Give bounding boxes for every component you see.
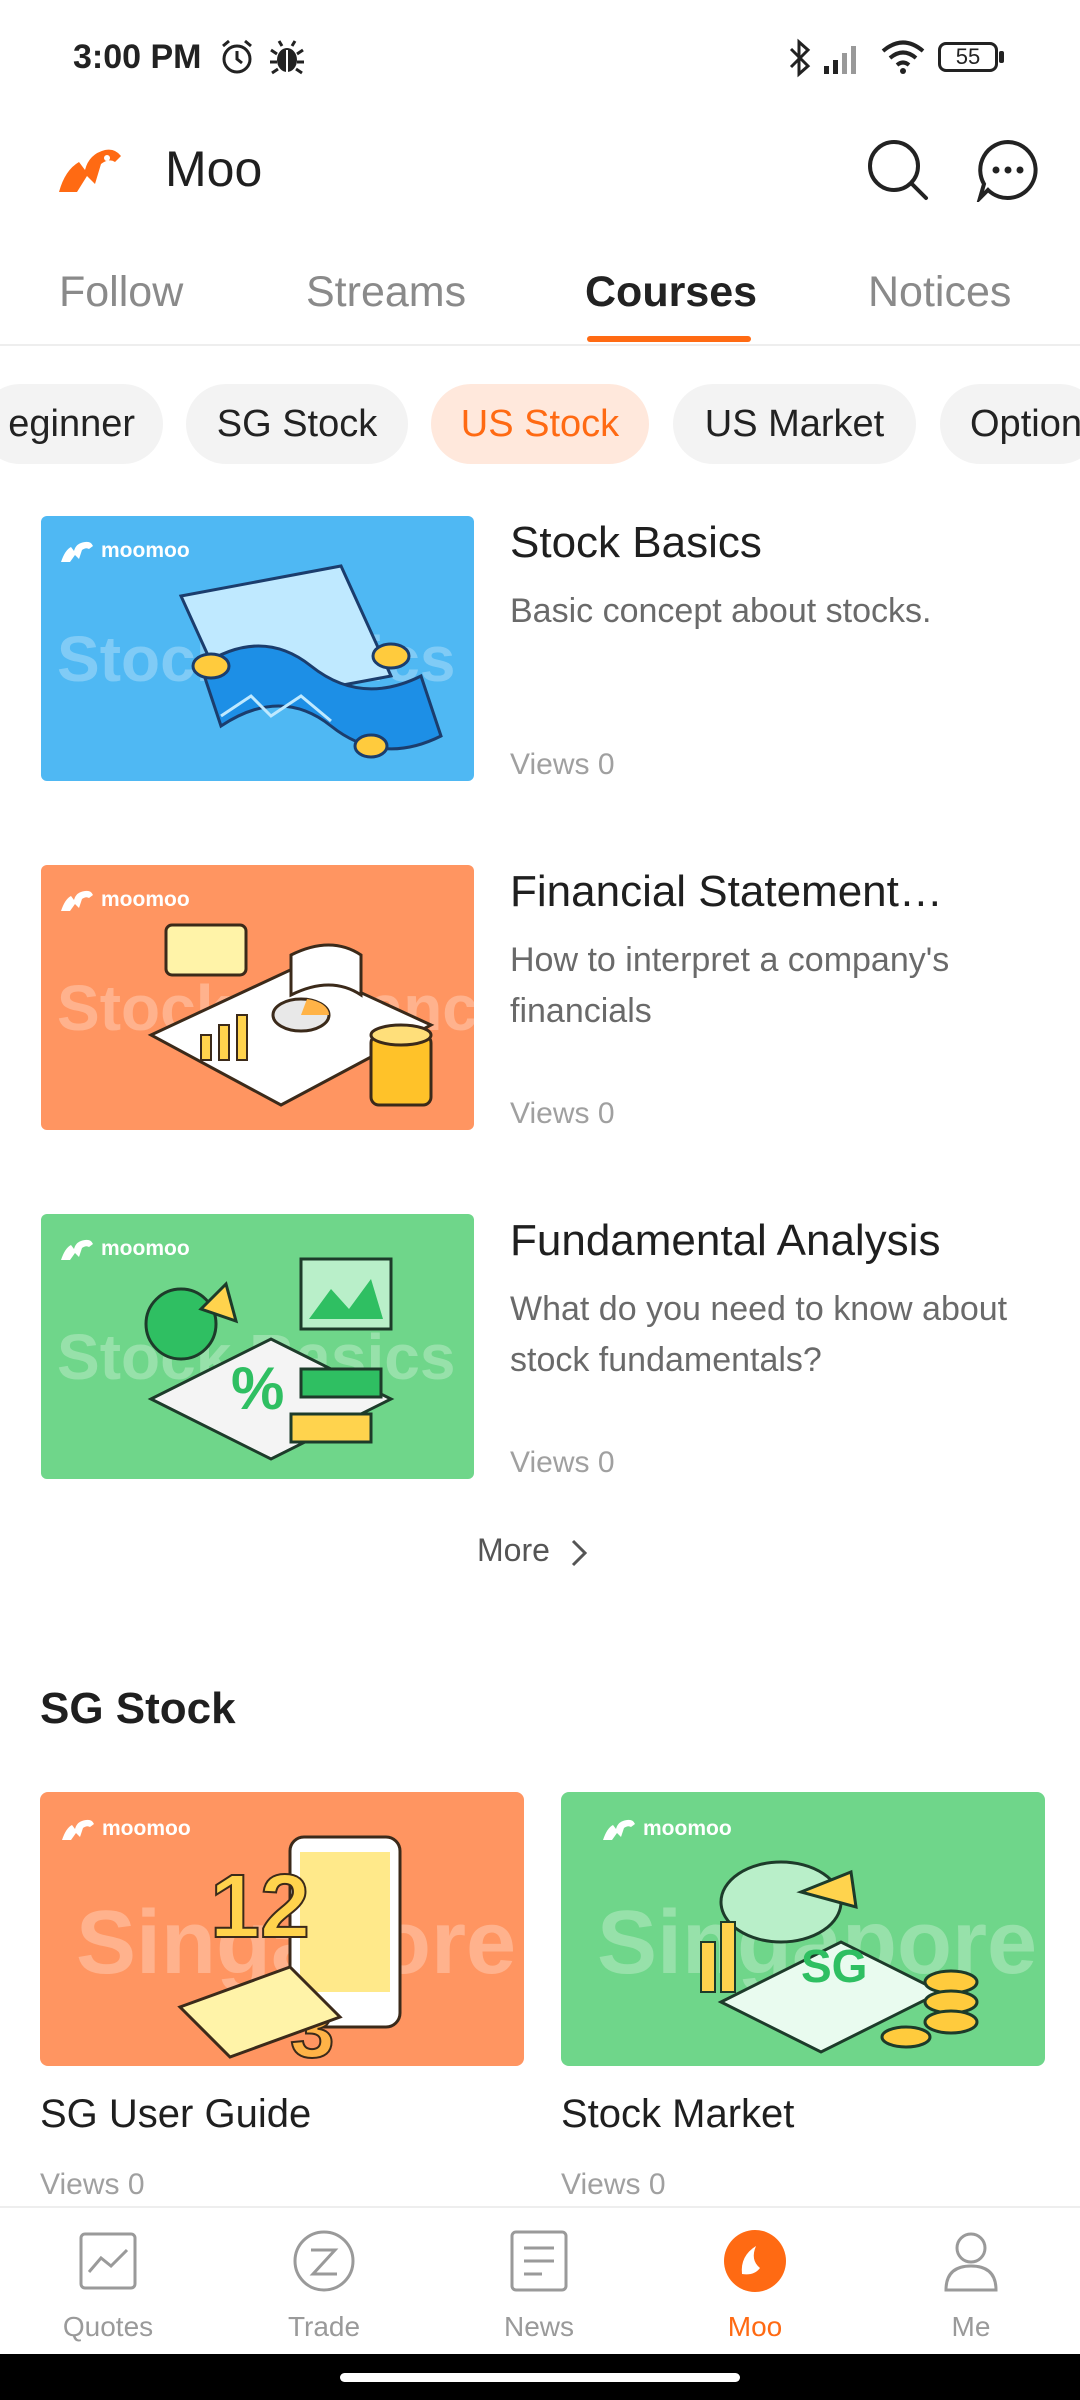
tabs-divider — [0, 344, 1080, 346]
active-tab-indicator — [587, 336, 751, 342]
money-illustration — [178, 564, 443, 759]
financial-report-illustration — [147, 923, 435, 1107]
moomoo-logo-icon — [59, 149, 121, 192]
bluetooth-icon — [789, 38, 811, 78]
nav-moo-label: Moo — [727, 2311, 783, 2342]
section-title: SG Stock — [40, 1684, 236, 1733]
status-bar: 3:00 PM 55 — [0, 0, 1080, 120]
wifi-icon — [881, 40, 925, 74]
tab-notices[interactable]: Notices — [868, 268, 1011, 317]
course-description: Basic concept about stocks. — [510, 592, 932, 630]
nav-quotes[interactable]: Quotes — [38, 2226, 178, 2343]
moomoo-logo-icon — [61, 890, 93, 911]
course-card-views: Views 0 — [40, 2168, 145, 2201]
course-card-thumbnail[interactable]: moomoo Singapore SG — [561, 1792, 1045, 2066]
chip-beginner[interactable]: eginner — [0, 384, 163, 464]
nav-trade-label: Trade — [287, 2311, 361, 2342]
course-thumbnail[interactable]: moomoo Stock Advanced — [41, 865, 474, 1130]
course-views: Views 0 — [510, 1097, 615, 1130]
course-title[interactable]: Financial Statement… — [510, 867, 943, 917]
svg-text:12: 12 — [210, 1857, 310, 1957]
moomoo-logo-icon — [62, 1819, 94, 1840]
course-description: What do you need to know about stock fun… — [510, 1290, 1008, 1379]
nav-trade[interactable]: Trade — [254, 2226, 394, 2343]
course-title[interactable]: Stock Basics — [510, 518, 762, 568]
user-guide-illustration: 12 3 — [177, 1835, 402, 2062]
home-indicator[interactable] — [340, 2373, 740, 2382]
svg-text:%: % — [231, 1355, 284, 1422]
course-card-title[interactable]: Stock Market — [561, 2092, 794, 2137]
course-card-thumbnail[interactable]: moomoo Singapore 12 3 — [40, 1792, 524, 2066]
trade-icon — [293, 2230, 355, 2292]
battery-tip — [999, 51, 1004, 63]
nav-moo[interactable]: Moo — [685, 2226, 825, 2343]
chip-us-market[interactable]: US Market — [673, 384, 916, 464]
moo-icon — [724, 2230, 786, 2292]
course-card-views: Views 0 — [561, 2168, 666, 2201]
chart-icon — [79, 2232, 137, 2290]
course-thumbnail[interactable]: moomoo Stock Basics % — [41, 1214, 474, 1479]
battery-level: 55 — [955, 44, 981, 69]
app-title: Moo — [165, 141, 263, 197]
person-icon — [944, 2232, 998, 2292]
moomoo-logo-icon — [61, 541, 93, 562]
alarm-icon — [222, 39, 252, 74]
status-time: 3:00 PM — [73, 38, 202, 76]
course-thumbnail[interactable]: moomoo Stock Basics — [41, 516, 474, 781]
chip-us-stock[interactable]: US Stock — [431, 384, 649, 464]
course-views: Views 0 — [510, 1446, 615, 1479]
svg-text:SG: SG — [801, 1940, 867, 1992]
tab-courses[interactable]: Courses — [585, 268, 757, 317]
message-icon[interactable] — [976, 138, 1040, 202]
news-icon — [510, 2230, 568, 2292]
search-icon[interactable] — [866, 138, 930, 202]
chevron-right-icon[interactable] — [568, 1538, 590, 1568]
battery-icon: 55 — [938, 42, 998, 72]
analysis-illustration: % — [144, 1257, 395, 1461]
chip-beginner-label: eginner — [8, 403, 135, 445]
more-link[interactable]: More — [477, 1532, 550, 1569]
course-description: How to interpret a company's financials — [510, 941, 950, 1030]
nav-news-label: News — [503, 2311, 574, 2342]
nav-news[interactable]: News — [469, 2226, 609, 2343]
stock-market-illustration: SG — [700, 1860, 979, 2054]
course-title[interactable]: Fundamental Analysis — [510, 1216, 940, 1266]
chip-sg-stock[interactable]: SG Stock — [186, 384, 408, 464]
tab-streams[interactable]: Streams — [306, 268, 466, 317]
chip-option[interactable]: Option — [940, 384, 1080, 464]
moomoo-logo-icon — [61, 1239, 93, 1260]
nav-me[interactable]: Me — [901, 2226, 1041, 2343]
course-views: Views 0 — [510, 748, 615, 781]
nav-quotes-label: Quotes — [62, 2311, 154, 2342]
course-card-title[interactable]: SG User Guide — [40, 2092, 311, 2137]
moomoo-logo-icon — [603, 1819, 635, 1840]
bug-icon — [270, 40, 304, 75]
signal-icon — [824, 46, 856, 74]
nav-me-label: Me — [951, 2311, 991, 2342]
tab-follow[interactable]: Follow — [59, 268, 183, 317]
